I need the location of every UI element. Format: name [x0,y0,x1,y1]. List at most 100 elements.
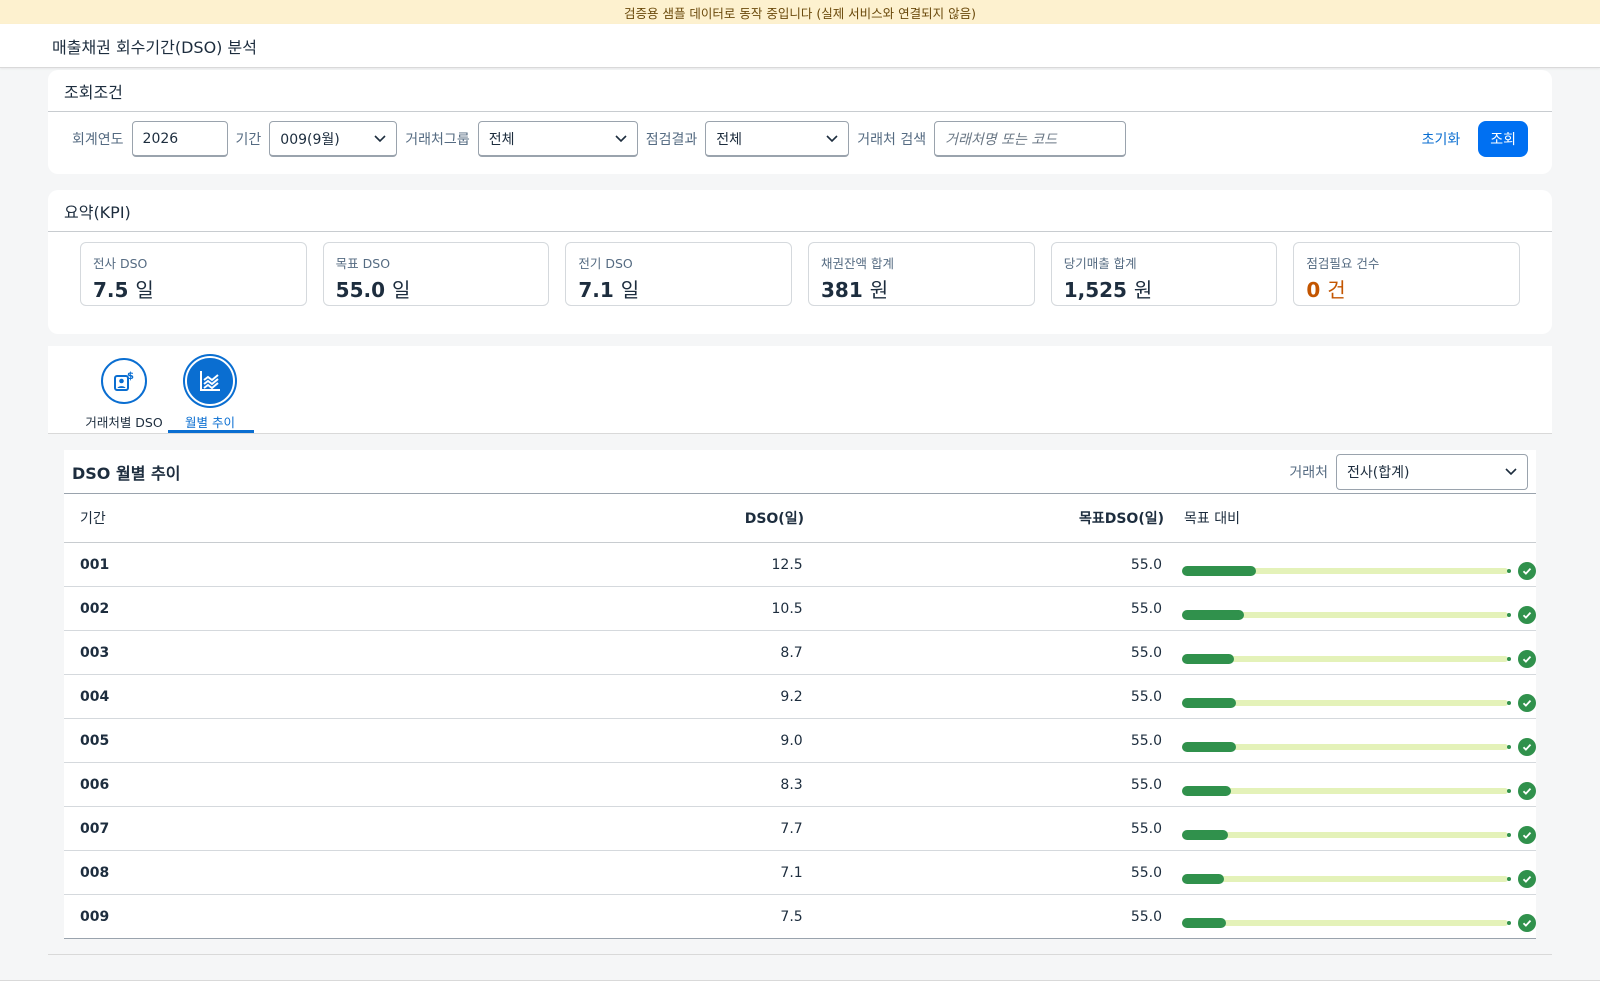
chevron-down-icon [374,132,386,146]
table-body: 001 12.5 55.0 002 10.5 55.0 003 8.7 55.0 004 9.2 55… [64,543,1537,939]
kpi-cards: 전사 DSO 7.5 일 목표 DSO 55.0 일 전기 DSO 7.1 일 … [48,232,1552,306]
go-button[interactable]: 조회 [1478,121,1528,157]
cell-target: 55.0 [1130,909,1163,925]
target-marker [1507,656,1512,661]
customer-money-icon: $ [101,358,147,404]
sample-data-banner: 검증용 샘플 데이터로 동작 중입니다 (실제 서비스와 연결되지 않음) [0,0,1600,24]
column-header-target[interactable]: 목표DSO(일) [808,508,1168,528]
table-row[interactable]: 004 9.2 55.0 [64,675,1537,719]
cell-vs-target [1166,814,1537,844]
cell-target: 55.0 [1130,732,1163,749]
progress-bar [1182,829,1512,840]
check-circle-icon [1518,869,1537,888]
check-circle-icon [1518,914,1537,932]
tab-customer-dso[interactable]: $ 거래처별 DSO [80,358,168,431]
progress-bar-fill [1182,785,1232,796]
table-row[interactable]: 003 8.7 55.0 [64,631,1537,675]
check-circle-icon [1518,605,1537,624]
table-row[interactable]: 001 12.5 55.0 [64,543,1537,587]
cell-target: 55.0 [1130,776,1163,793]
kpi-label: 채권잔액 합계 [821,256,894,271]
progress-bar [1182,697,1512,708]
tab-label: 거래처별 DSO [85,415,163,430]
cell-target: 55.0 [1130,644,1163,661]
cell-dso: 7.1 [780,864,803,881]
kpi-value: 7.1 일 [578,278,640,302]
target-marker [1507,876,1512,881]
progress-bar [1182,785,1512,796]
kpi-value: 7.5 일 [93,278,154,302]
check-result-select[interactable]: 전체 [705,121,850,157]
progress-bar-fill [1182,697,1237,708]
check-circle-icon [1518,781,1537,800]
check-circle-icon [1518,649,1537,668]
kpi-card-receivables-total[interactable]: 채권잔액 합계 381 원 [808,242,1035,306]
divider [48,954,1552,955]
page-title: 매출채권 회수기간(DSO) 분석 [52,37,257,57]
progress-bar [1182,653,1512,664]
customer-select[interactable]: 전사(합계) [1336,453,1528,490]
table-row[interactable]: 006 8.3 55.0 [64,763,1537,807]
progress-bar [1182,918,1512,928]
dso-trend-table: DSO 월별 추이 거래처 전사(합계) 기간 DSO(일) 목표DSO(일) … [64,450,1537,939]
column-header-dso[interactable]: DSO(일) [488,508,808,528]
customer-search-label: 거래처 검색 [857,132,927,148]
cell-dso: 9.2 [780,688,803,705]
table-row[interactable]: 002 10.5 55.0 [64,587,1537,631]
progress-bar [1182,565,1512,576]
customer-search-input[interactable]: 거래처명 또는 코드 [934,121,1127,157]
app-header: 매출채권 회수기간(DSO) 분석 [0,24,1600,68]
table-row[interactable]: 007 7.7 55.0 [64,807,1537,851]
check-result-value: 전체 [716,131,742,148]
fiscal-year-value: 2026 [142,130,179,147]
kpi-card-company-dso[interactable]: 전사 DSO 7.5 일 [80,242,307,306]
cell-period: 002 [80,600,110,617]
kpi-panel: 요약(KPI) 전사 DSO 7.5 일 목표 DSO 55.0 일 전기 DS… [48,190,1552,334]
kpi-label: 전기 DSO [578,256,633,271]
fiscal-year-label: 회계연도 [72,132,124,148]
period-select[interactable]: 009(9월) [269,121,398,157]
table-row[interactable]: 008 7.1 55.0 [64,851,1537,895]
progress-bar-fill [1182,918,1227,928]
progress-bar-fill [1182,609,1245,620]
cell-vs-target [1166,638,1537,668]
column-header-vs-target[interactable]: 목표 대비 [1168,508,1536,528]
cell-dso: 9.0 [780,732,803,749]
chevron-down-icon [826,132,838,146]
kpi-value: 55.0 일 [335,278,411,302]
progress-bar [1182,873,1512,884]
kpi-value: 1,525 원 [1063,278,1153,302]
filter-panel-title: 조회조건 [48,70,1552,112]
cell-vs-target [1166,682,1537,712]
kpi-card-check-needed[interactable]: 점검필요 건수 0 건 [1293,242,1521,306]
customer-group-select[interactable]: 전체 [477,121,638,157]
kpi-card-prior-dso[interactable]: 전기 DSO 7.1 일 [565,242,793,306]
table-row[interactable]: 005 9.0 55.0 [64,719,1537,763]
table-header-row: 기간 DSO(일) 목표DSO(일) 목표 대비 [64,494,1536,543]
check-circle-icon [1518,693,1537,712]
target-marker [1507,921,1512,925]
check-result-label: 점검결과 [645,132,698,148]
table-row[interactable]: 009 7.5 55.0 [64,895,1537,939]
kpi-card-target-dso[interactable]: 목표 DSO 55.0 일 [322,242,550,306]
cell-dso: 7.5 [780,909,803,925]
fiscal-year-input[interactable]: 2026 [131,121,228,157]
cell-vs-target [1166,770,1537,800]
cell-dso: 8.3 [780,776,803,793]
progress-bar-fill [1182,653,1234,664]
active-tab-indicator [168,430,254,433]
cell-period: 003 [80,644,110,661]
reset-button[interactable]: 초기화 [1412,121,1471,157]
cell-vs-target [1166,594,1537,624]
kpi-value: 381 원 [821,278,889,302]
kpi-card-sales-total[interactable]: 당기매출 합계 1,525 원 [1050,242,1278,306]
column-header-period[interactable]: 기간 [64,508,488,528]
progress-bar-fill [1182,873,1225,884]
cell-vs-target [1166,902,1537,932]
target-marker [1507,612,1512,617]
progress-bar-fill [1182,829,1228,840]
cell-target: 55.0 [1130,600,1163,617]
tab-monthly-trend[interactable]: 월별 추이 [166,358,254,431]
progress-bar-fill [1182,741,1236,752]
icon-tab-bar: $ 거래처별 DSO 월별 추이 [48,346,1552,434]
